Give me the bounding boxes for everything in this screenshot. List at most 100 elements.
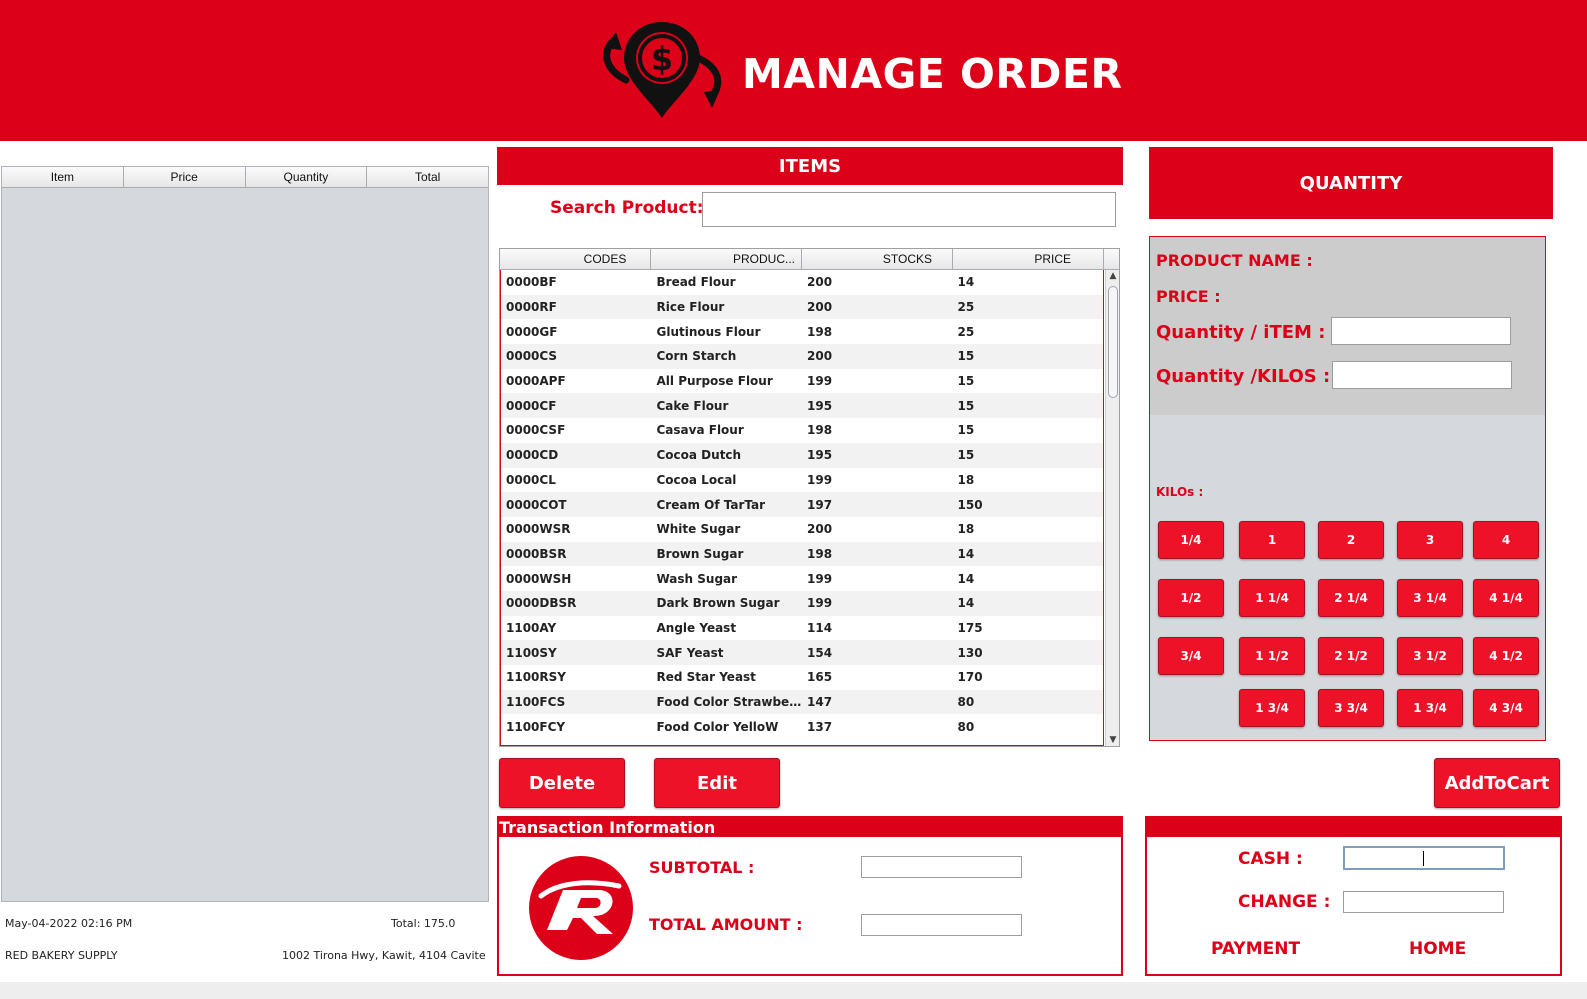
kilo-button-1-1-4[interactable]: 1 1/4 <box>1239 579 1305 617</box>
change-field[interactable] <box>1343 891 1504 913</box>
transaction-panel: Transaction Information SUBTOTAL : TOTAL… <box>497 816 1123 976</box>
item-code: 0000DBSR <box>506 596 577 611</box>
total-amount-field[interactable] <box>861 914 1022 936</box>
table-row[interactable]: 0000WSR White Sugar 200 18 <box>501 517 1103 542</box>
cart-table[interactable]: Item Price Quantity Total <box>1 166 489 902</box>
kilo-button-2-1-4[interactable]: 2 1/4 <box>1318 579 1384 617</box>
cart-col-total[interactable]: Total <box>367 167 488 187</box>
kilo-button-1-3-4-b[interactable]: 1 3/4 <box>1397 689 1463 727</box>
search-product-input[interactable] <box>702 192 1116 227</box>
kilo-button-4-1-4[interactable]: 4 1/4 <box>1473 579 1539 617</box>
kilo-button-2[interactable]: 2 <box>1318 521 1384 559</box>
item-price: 15 <box>957 423 975 438</box>
cart-col-price[interactable]: Price <box>124 167 246 187</box>
total-amount-label: TOTAL AMOUNT : <box>649 915 803 934</box>
table-row[interactable]: 0000BSR Brown Sugar 198 14 <box>501 541 1103 567</box>
item-code: 0000CS <box>506 349 558 364</box>
kilo-button-1-1-2[interactable]: 1 1/2 <box>1239 637 1305 675</box>
kilo-button-4[interactable]: 4 <box>1473 521 1539 559</box>
payment-button[interactable]: PAYMENT <box>1211 939 1300 959</box>
add-to-cart-button[interactable]: AddToCart <box>1434 758 1560 808</box>
price-label: PRICE : <box>1156 287 1221 306</box>
item-product: Cream Of TarTar <box>656 497 766 512</box>
kilo-button-3-1-4[interactable]: 3 1/4 <box>1397 579 1463 617</box>
scroll-up-icon[interactable]: ▲ <box>1107 271 1119 281</box>
quantity-item-input[interactable] <box>1331 317 1511 345</box>
cash-input[interactable] <box>1343 846 1505 870</box>
kilo-button-1-3-4[interactable]: 1 3/4 <box>1239 689 1305 727</box>
item-price: 14 <box>957 275 975 290</box>
item-code: 0000BF <box>506 275 557 290</box>
kilo-button-2-1-2[interactable]: 2 1/2 <box>1318 637 1384 675</box>
kilo-button-4-3-4[interactable]: 4 3/4 <box>1473 689 1539 727</box>
cart-col-item[interactable]: Item <box>2 167 124 187</box>
items-table-body: 0000BF Bread Flour 200 14 0000RF Rice Flour 20… <box>500 270 1104 746</box>
kilo-button-1-4[interactable]: 1/4 <box>1158 521 1224 559</box>
kilos-label: KILOs : <box>1156 485 1204 499</box>
delete-button[interactable]: Delete <box>499 758 625 808</box>
item-product: White Sugar <box>656 522 741 537</box>
col-price[interactable]: PRICE <box>953 249 1104 269</box>
kilo-button-4-1-2[interactable]: 4 1/2 <box>1473 637 1539 675</box>
item-price: 25 <box>957 300 975 315</box>
kilo-button-1-2[interactable]: 1/2 <box>1158 579 1224 617</box>
table-row[interactable]: 1100FCS Food Color Strawber... 147 80 <box>501 689 1103 715</box>
item-price: 170 <box>957 670 983 685</box>
item-product: Brown Sugar <box>656 546 744 561</box>
kilo-button-3[interactable]: 3 <box>1397 521 1463 559</box>
table-row[interactable]: 0000CD Cocoa Dutch 195 15 <box>501 442 1103 468</box>
item-price: 15 <box>957 374 975 389</box>
item-code: 0000RF <box>506 300 557 315</box>
kilo-button-3-1-2[interactable]: 3 1/2 <box>1397 637 1463 675</box>
table-row[interactable]: 1100RSY Red Star Yeast 165 170 <box>501 665 1103 690</box>
table-row[interactable]: 0000CF Cake Flour 195 15 <box>501 393 1103 419</box>
table-row[interactable]: 0000CS Corn Starch 200 15 <box>501 344 1103 369</box>
edit-button[interactable]: Edit <box>654 758 780 808</box>
table-row[interactable]: 0000COT Cream Of TarTar 197 150 <box>501 492 1103 517</box>
item-product: Cocoa Dutch <box>656 448 742 463</box>
quantity-kilos-input[interactable] <box>1332 361 1512 389</box>
kilo-button-3-3-4[interactable]: 3 3/4 <box>1318 689 1384 727</box>
quantity-item-label: Quantity / iTEM : <box>1156 322 1326 343</box>
table-row[interactable]: 1100FCY Food Color YelloW 137 80 <box>501 714 1103 739</box>
table-row[interactable]: 0000DBSR Dark Brown Sugar 199 14 <box>501 590 1103 616</box>
item-price: 18 <box>957 472 975 487</box>
table-row[interactable]: 0000WSH Wash Sugar 199 14 <box>501 566 1103 591</box>
table-row[interactable]: 0000RF Rice Flour 200 25 <box>501 294 1103 320</box>
home-button[interactable]: HOME <box>1409 939 1466 959</box>
item-code: 1100RSY <box>506 670 566 685</box>
cart-col-quantity[interactable]: Quantity <box>246 167 368 187</box>
item-code: 1100SY <box>506 645 557 660</box>
table-row[interactable]: 1100AY Angle Yeast 114 175 <box>501 616 1103 641</box>
kilo-button-1[interactable]: 1 <box>1239 521 1305 559</box>
search-product-label: Search Product: <box>550 198 704 218</box>
item-product: All Purpose Flour <box>656 374 773 389</box>
item-stock: 199 <box>807 472 833 487</box>
item-stock: 154 <box>807 645 833 660</box>
items-table[interactable]: CODES PRODUC... STOCKS PRICE 0000BF Bread… <box>499 248 1120 747</box>
col-codes[interactable]: CODES <box>500 249 651 269</box>
kilo-button-3-4[interactable]: 3/4 <box>1158 637 1224 675</box>
subtotal-field[interactable] <box>861 856 1022 878</box>
scroll-down-icon[interactable]: ▼ <box>1107 735 1119 745</box>
item-stock: 198 <box>807 324 833 339</box>
table-row[interactable]: 0000BF Bread Flour 200 14 <box>501 270 1103 295</box>
col-product[interactable]: PRODUC... <box>651 249 802 269</box>
table-row[interactable]: 0000CL Cocoa Local 199 18 <box>501 468 1103 493</box>
scrollbar-thumb[interactable] <box>1108 286 1118 398</box>
table-row[interactable]: 0000CSF Casava Flour 198 15 <box>501 418 1103 443</box>
item-stock: 165 <box>807 670 833 685</box>
table-row[interactable]: 0000GF Glutinous Flour 198 25 <box>501 319 1103 344</box>
items-scrollbar[interactable]: ▲ ▼ <box>1105 270 1119 746</box>
item-code: 0000COT <box>506 497 567 512</box>
items-table-header: CODES PRODUC... STOCKS PRICE <box>500 249 1119 270</box>
item-product: Red Star Yeast <box>656 670 756 685</box>
item-product: Food Color YelloW <box>656 719 779 734</box>
item-price: 14 <box>957 596 975 611</box>
item-stock: 199 <box>807 571 833 586</box>
text-caret <box>1423 851 1424 866</box>
table-row[interactable]: 1100SY SAF Yeast 154 130 <box>501 640 1103 665</box>
col-stocks[interactable]: STOCKS <box>802 249 953 269</box>
item-stock: 200 <box>807 349 833 364</box>
table-row[interactable]: 0000APF All Purpose Flour 199 15 <box>501 369 1103 394</box>
